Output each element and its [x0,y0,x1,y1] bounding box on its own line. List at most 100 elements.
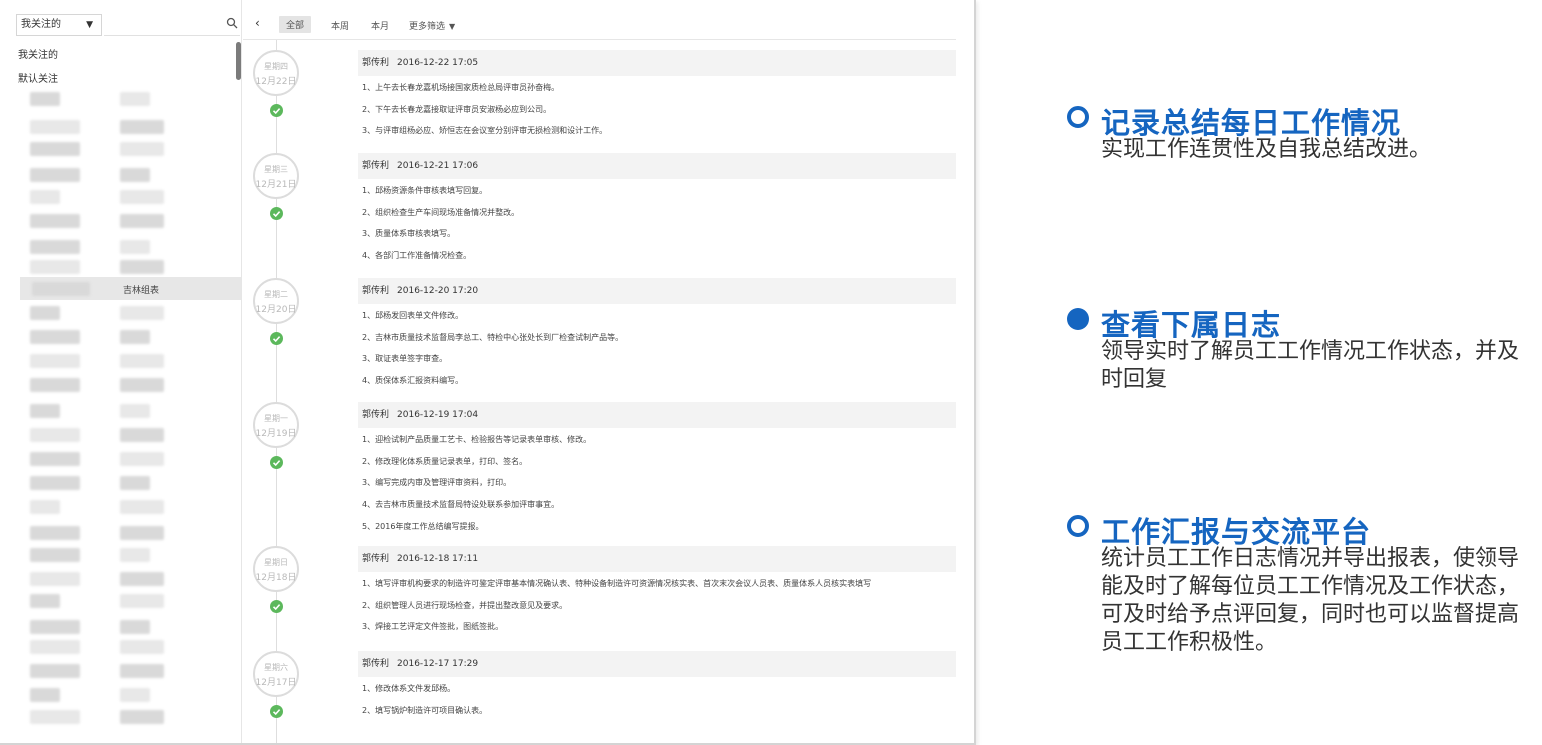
blurred-name [30,476,80,490]
bullet-ring-icon [1067,106,1089,128]
blurred-dept [120,620,150,634]
blurred-name [30,190,60,204]
entry-date: 12月22日 [255,77,297,87]
entry-weekday: 星期日 [264,558,288,567]
check-icon [270,600,283,613]
entry-header[interactable]: 郭传利 2016-12-18 17:11 [358,546,956,572]
more-filter-label: 更多筛选 [409,22,446,32]
blurred-name [30,214,80,228]
blurred-dept [120,664,164,678]
entry-header[interactable]: 郭传利 2016-12-19 17:04 [358,402,956,428]
feature-description: 统计员工工作日志情况并导出报表，使领导能及时了解每位员工工作情况及工作状态，可及… [1101,546,1520,655]
entry-line: 1、迎检试制产品质量工艺卡、检验报告等记录表单审核、修改。 [362,435,592,444]
check-icon [270,207,283,220]
blurred-dept [120,452,164,466]
back-icon[interactable]: ‹ [255,16,260,30]
tab-all[interactable]: 全部 [279,16,312,33]
blurred-dept [120,142,164,156]
follow-filter-value: 我关注的 [21,19,61,30]
check-icon [270,332,283,345]
entry-line: 2、填写锅炉制造许可项目确认表。 [362,705,488,715]
timeline-line [276,40,277,743]
check-icon [270,104,283,117]
blurred-name [30,664,80,678]
entry-line: 1、填写评审机构要求的制造许可鉴定评审基本情况确认表、特种设备制造许可资源情况核… [362,579,872,588]
entry-author: 郭传利 [362,286,390,296]
entry-line: 2、组织检查生产车间现场准备情况并整改。 [362,207,520,217]
blurred-name [30,240,80,254]
entry-line: 5、2016年度工作总结编写提报。 [362,521,484,531]
more-filter-dropdown[interactable]: 更多筛选 ▼ [409,19,455,32]
blurred-dept [120,120,164,134]
entry-time: 2016-12-17 17:29 [397,659,479,669]
blurred-dept [120,500,164,514]
blurred-name [30,354,80,368]
blurred-dept [120,548,150,562]
blurred-name [30,710,80,724]
tab-this-month[interactable]: 本月 [371,19,389,32]
entry-line: 4、质保体系汇报资料编写。 [362,376,464,386]
entry-line: 3、焊接工艺评定文件签批，图纸签批。 [362,622,504,632]
date-circle: 星期六 12月17日 [253,651,299,697]
date-circle: 星期二 12月20日 [253,278,299,324]
entry-date: 12月19日 [255,429,297,439]
entry-header[interactable]: 郭传利 2016-12-21 17:06 [358,153,956,179]
date-circle: 星期一 12月19日 [253,402,299,448]
sidebar-link-my-follow[interactable]: 我关注的 [18,46,58,61]
follow-filter-select[interactable]: 我关注的 ▼ [16,14,102,36]
entry-date: 12月17日 [255,678,297,688]
entry-line: 3、编写完成内审及管理评审资料，打印。 [362,478,512,488]
blurred-dept [120,476,150,490]
blurred-name [30,688,60,702]
sidebar-link-default-follow[interactable]: 默认关注 [18,70,58,85]
blurred-name [30,378,80,392]
entry-line: 4、去吉林市质量技术监督局特设处联系参加评审事宜。 [362,500,560,510]
blurred-name [30,168,80,182]
sidebar: 我关注的 ▼ 我关注的 默认关注 吉林组表 [0,0,242,743]
blurred-dept [120,428,164,442]
blurred-name [30,572,80,586]
date-circle: 星期四 12月22日 [253,50,299,96]
blurred-dept [120,190,164,204]
blurred-name [30,306,60,320]
blurred-name [30,260,80,274]
entry-header[interactable]: 郭传利 2016-12-17 17:29 [358,651,956,677]
blurred-name [30,526,80,540]
filter-row: 我关注的 ▼ [0,14,241,38]
date-circle: 星期三 12月21日 [253,153,299,199]
blurred-dept [120,572,164,586]
blurred-name [30,120,80,134]
tab-this-week[interactable]: 本周 [331,19,349,32]
entry-author: 郭传利 [362,58,390,68]
entry-line: 1、修改体系文件发邱杨。 [362,684,456,693]
blurred-dept [120,594,164,608]
blurred-name [30,142,80,156]
sidebar-scrollbar[interactable] [236,42,241,80]
blurred-name [30,640,80,654]
blurred-name [30,500,60,514]
sidebar-search-input[interactable] [104,14,240,36]
blurred-dept [120,710,164,724]
entry-line: 3、质量体系审核表填写。 [362,229,456,239]
blurred-dept [120,404,150,418]
blurred-dept [120,168,150,182]
blurred-name [32,282,90,296]
feature-description: 领导实时了解员工工作情况工作状态，并及时回复 [1101,339,1520,392]
log-toolbar: ‹ 全部 本周 本月 更多筛选 ▼ [243,14,956,40]
entry-weekday: 星期三 [264,165,288,174]
sidebar-item-selected-label: 吉林组表 [123,286,160,296]
blurred-dept [120,330,150,344]
entry-date: 12月20日 [255,305,297,315]
blurred-dept [120,640,164,654]
entry-time: 2016-12-21 17:06 [397,161,479,171]
entry-author: 郭传利 [362,554,390,564]
blurred-dept [120,688,150,702]
blurred-name [30,404,60,418]
search-icon[interactable] [226,17,238,29]
entry-header[interactable]: 郭传利 2016-12-22 17:05 [358,50,956,76]
entry-author: 郭传利 [362,410,390,420]
bullet-ring-icon [1067,515,1089,537]
entry-header[interactable]: 郭传利 2016-12-20 17:20 [358,278,956,304]
entry-time: 2016-12-19 17:04 [397,410,479,420]
entry-line: 3、与评审组杨必应、矫恒志在会议室分别评审无损检测和设计工作。 [362,126,608,136]
